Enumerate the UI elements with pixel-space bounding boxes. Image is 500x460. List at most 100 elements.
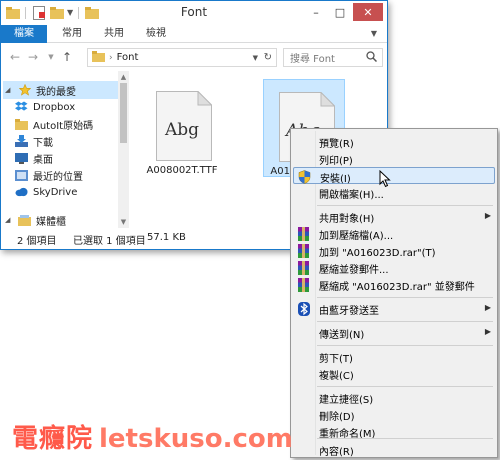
screenshot: ▼ Font – □ ✕ 檔案 常用 共用 檢視 ▼ ← → ▼ ↑ › Fon… [0, 0, 500, 460]
nav-favorites[interactable]: ◢ 我的最愛 [5, 82, 76, 98]
search-placeholder: 搜尋 Font [290, 54, 335, 65]
winrar-icon [296, 243, 311, 258]
menu-item-preview[interactable]: 預覽(R) [293, 133, 495, 150]
back-arrow-icon[interactable]: ← [9, 50, 21, 64]
menu-item-create-shortcut[interactable]: 建立捷徑(S) [293, 389, 495, 406]
menu-item-add-to-archive[interactable]: 加到壓縮檔(A)... [293, 225, 495, 242]
winrar-icon [296, 260, 311, 275]
nav-item-skydrive[interactable]: SkyDrive [15, 184, 77, 200]
address-folder[interactable]: Font [117, 52, 139, 63]
nav-scrollbar[interactable]: ▲ ▼ [118, 71, 129, 228]
menu-item-compress-email[interactable]: 壓縮並發郵件... [293, 259, 495, 276]
scroll-down-icon[interactable]: ▼ [118, 218, 129, 226]
file-name[interactable]: A008002T.TTF [141, 165, 223, 176]
menu-item-copy[interactable]: 複製(C) [293, 365, 495, 382]
nav-item-label: Dropbox [33, 101, 76, 113]
menu-item-open-file[interactable]: 開啟檔案(H)... [293, 184, 495, 201]
library-icon [18, 214, 31, 227]
address-row: ← → ▼ ↑ › Font ▼ ↻ 搜尋 Font [1, 43, 387, 71]
menu-separator [317, 345, 493, 346]
font-preview-text: Abg [164, 120, 199, 140]
star-icon [18, 84, 31, 97]
nav-item-autoit[interactable]: AutoIt原始碼 [15, 116, 93, 132]
submenu-arrow-icon: ▶ [484, 327, 491, 336]
nav-item-downloads[interactable]: 下載 [15, 133, 53, 149]
title-bar: ▼ Font – □ ✕ [1, 1, 387, 25]
menu-separator [317, 205, 493, 206]
menu-item-send-to[interactable]: 傳送到(N) ▶ [293, 324, 495, 341]
chevron-down-icon[interactable]: ▼ [253, 54, 258, 62]
ribbon-expand-icon[interactable]: ▼ [371, 29, 377, 38]
submenu-arrow-icon: ▶ [484, 211, 491, 220]
menu-item-delete[interactable]: 刪除(D) [293, 406, 495, 423]
winrar-icon [296, 277, 311, 292]
window-controls: – □ ✕ [305, 3, 383, 21]
status-size: 57.1 KB [147, 232, 186, 243]
watermark: 電癮院 letskuso.com [12, 418, 293, 455]
minimize-button[interactable]: – [305, 3, 327, 21]
scrollbar-thumb[interactable] [120, 83, 127, 143]
menu-item-properties[interactable]: 內容(R) [293, 441, 495, 458]
menu-separator [317, 386, 493, 387]
nav-item-dropbox[interactable]: Dropbox [15, 99, 75, 115]
up-arrow-icon[interactable]: ↑ [61, 50, 73, 64]
nav-item-recent[interactable]: 最近的位置 [15, 167, 83, 183]
nav-item-label: 下載 [33, 137, 53, 149]
watermark-url: letskuso.com [99, 424, 293, 454]
mouse-cursor-icon [379, 170, 391, 188]
nav-libraries-label: 媒體櫃 [36, 216, 66, 228]
bluetooth-icon [296, 301, 311, 316]
submenu-arrow-icon: ▶ [484, 303, 491, 312]
desktop-icon [15, 152, 28, 165]
dropbox-icon [15, 101, 28, 114]
nav-item-desktop[interactable]: 桌面 [15, 150, 53, 166]
expand-triangle-icon[interactable]: ◢ [5, 86, 13, 94]
search-input[interactable]: 搜尋 Font [283, 48, 383, 67]
expand-triangle-icon[interactable]: ◢ [5, 216, 13, 224]
uac-shield-icon [297, 169, 312, 184]
tab-file[interactable]: 檔案 [1, 25, 47, 43]
menu-item-bluetooth[interactable]: 由藍牙發送至 ▶ [293, 300, 495, 317]
maximize-button[interactable]: □ [329, 3, 351, 21]
refresh-icon[interactable]: ↻ [264, 52, 272, 63]
status-item-count: 2 個項目 [17, 236, 57, 247]
search-icon[interactable] [366, 51, 378, 65]
menu-item-print[interactable]: 列印(P) [293, 150, 495, 167]
folder-icon [92, 50, 105, 65]
menu-separator [317, 321, 493, 322]
nav-item-label: 最近的位置 [33, 171, 83, 183]
nav-item-label: AutoIt原始碼 [33, 120, 94, 132]
watermark-chinese: 電癮院 [12, 424, 94, 454]
menu-item-install[interactable]: 安裝(I) [293, 167, 495, 185]
close-button[interactable]: ✕ [353, 3, 383, 21]
tab-view[interactable]: 檢視 [139, 25, 173, 43]
nav-item-label: SkyDrive [33, 186, 78, 198]
menu-separator [317, 297, 493, 298]
file-item[interactable]: Abg A008002T.TTF [141, 79, 223, 177]
nav-item-label: 桌面 [33, 154, 53, 166]
chevron-right-icon[interactable]: › [109, 53, 113, 63]
menu-item-compress-rar-email[interactable]: 壓縮成 "A016023D.rar" 並發郵件 [293, 276, 495, 293]
font-file-icon: Abg [156, 91, 212, 161]
folder-icon [15, 118, 28, 131]
cloud-icon [15, 186, 28, 199]
navigation-pane: ◢ 我的最愛 Dropbox AutoIt原始碼 下載 桌面 最近的位置 Sky… [1, 71, 129, 228]
menu-item-share-with[interactable]: 共用對象(H) ▶ [293, 208, 495, 225]
menu-item-cut[interactable]: 剪下(T) [293, 348, 495, 365]
scroll-up-icon[interactable]: ▲ [118, 73, 129, 81]
ribbon-tabs: 檔案 常用 共用 檢視 ▼ [1, 25, 387, 43]
forward-arrow-icon[interactable]: → [27, 50, 39, 64]
tab-home[interactable]: 常用 [55, 25, 89, 43]
menu-separator [317, 438, 493, 439]
nav-libraries[interactable]: ◢ 媒體櫃 [5, 212, 66, 228]
context-menu: 預覽(R) 列印(P) 安裝(I) 開啟檔案(H)... 共用對象(H) ▶ 加到… [290, 128, 498, 458]
winrar-icon [296, 226, 311, 241]
menu-item-add-to-rar[interactable]: 加到 "A016023D.rar"(T) [293, 242, 495, 259]
recent-dropdown-icon[interactable]: ▼ [45, 53, 57, 61]
status-selected: 已選取 1 個項目 [73, 236, 146, 247]
tab-share[interactable]: 共用 [97, 25, 131, 43]
address-bar[interactable]: › Font ▼ ↻ [87, 48, 277, 67]
recent-places-icon [15, 169, 28, 182]
nav-favorites-label: 我的最愛 [36, 86, 76, 98]
downloads-icon [15, 135, 28, 148]
